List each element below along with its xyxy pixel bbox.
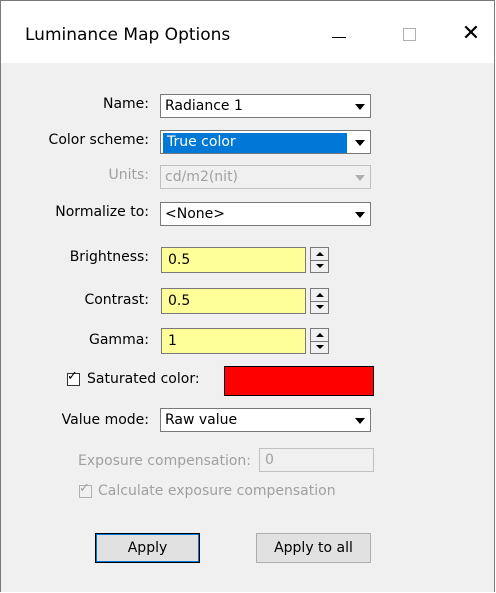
calculate-exposure-checkbox: ✓ <box>79 481 92 498</box>
checkmark-icon: ✓ <box>67 369 78 384</box>
apply-button[interactable]: Apply <box>95 533 200 563</box>
spin-down-icon[interactable] <box>311 341 328 353</box>
units-value: cd/m2(nit) <box>165 169 239 185</box>
units-dropdown: cd/m2(nit) <box>160 165 371 189</box>
normalize-dropdown[interactable]: <None> <box>160 202 371 226</box>
chevron-down-icon <box>352 168 368 186</box>
title-bar: Luminance Map Options ✕ <box>1 1 494 63</box>
chevron-down-icon[interactable] <box>352 205 368 223</box>
close-icon: ✕ <box>461 21 481 46</box>
gamma-spinner[interactable] <box>310 328 329 354</box>
name-value: Radiance 1 <box>165 98 243 114</box>
brightness-spinner[interactable] <box>310 247 329 273</box>
maximize-button <box>391 17 431 51</box>
brightness-label: Brightness: <box>69 249 149 265</box>
value-mode-value: Raw value <box>165 412 238 428</box>
gamma-value: 1 <box>168 333 177 349</box>
contrast-label: Contrast: <box>84 292 149 308</box>
saturated-color-swatch[interactable] <box>224 366 374 396</box>
value-mode-dropdown[interactable]: Raw value <box>160 408 371 432</box>
chevron-down-icon[interactable] <box>352 411 368 429</box>
luminance-map-options-dialog: Luminance Map Options ✕ Name: Radiance 1… <box>0 0 495 592</box>
normalize-value: <None> <box>165 206 225 222</box>
spin-down-icon[interactable] <box>311 260 328 272</box>
gamma-label: Gamma: <box>89 332 149 348</box>
saturated-color-checkbox[interactable]: ✓ <box>67 369 80 386</box>
contrast-spinner[interactable] <box>310 288 329 314</box>
color-scheme-label: Color scheme: <box>48 132 149 148</box>
apply-to-all-button[interactable]: Apply to all <box>256 533 371 563</box>
chevron-down-icon[interactable] <box>352 133 368 151</box>
dialog-title: Luminance Map Options <box>25 25 231 45</box>
minimize-icon <box>332 37 346 38</box>
value-mode-label: Value mode: <box>61 412 149 428</box>
brightness-input[interactable]: 0.5 <box>161 247 306 273</box>
calculate-exposure-label: Calculate exposure compensation <box>98 483 336 499</box>
maximize-icon <box>403 28 416 41</box>
exposure-compensation-label: Exposure compensation: <box>78 453 251 469</box>
exposure-compensation-field: 0 <box>259 448 374 472</box>
normalize-label: Normalize to: <box>55 204 149 220</box>
saturated-color-label: Saturated color: <box>87 371 200 387</box>
close-button[interactable]: ✕ <box>451 17 491 51</box>
minimize-button[interactable] <box>321 17 361 51</box>
chevron-down-icon[interactable] <box>352 97 368 115</box>
exposure-compensation-value: 0 <box>265 452 274 468</box>
contrast-input[interactable]: 0.5 <box>161 288 306 314</box>
color-scheme-dropdown[interactable]: True color <box>160 130 371 154</box>
name-label: Name: <box>102 96 149 112</box>
checkmark-icon: ✓ <box>79 481 90 496</box>
units-label: Units: <box>108 167 149 183</box>
color-scheme-value: True color <box>163 133 347 153</box>
spin-down-icon[interactable] <box>311 301 328 313</box>
gamma-input[interactable]: 1 <box>161 328 306 354</box>
name-dropdown[interactable]: Radiance 1 <box>160 94 371 118</box>
contrast-value: 0.5 <box>168 293 191 309</box>
brightness-value: 0.5 <box>168 252 191 268</box>
